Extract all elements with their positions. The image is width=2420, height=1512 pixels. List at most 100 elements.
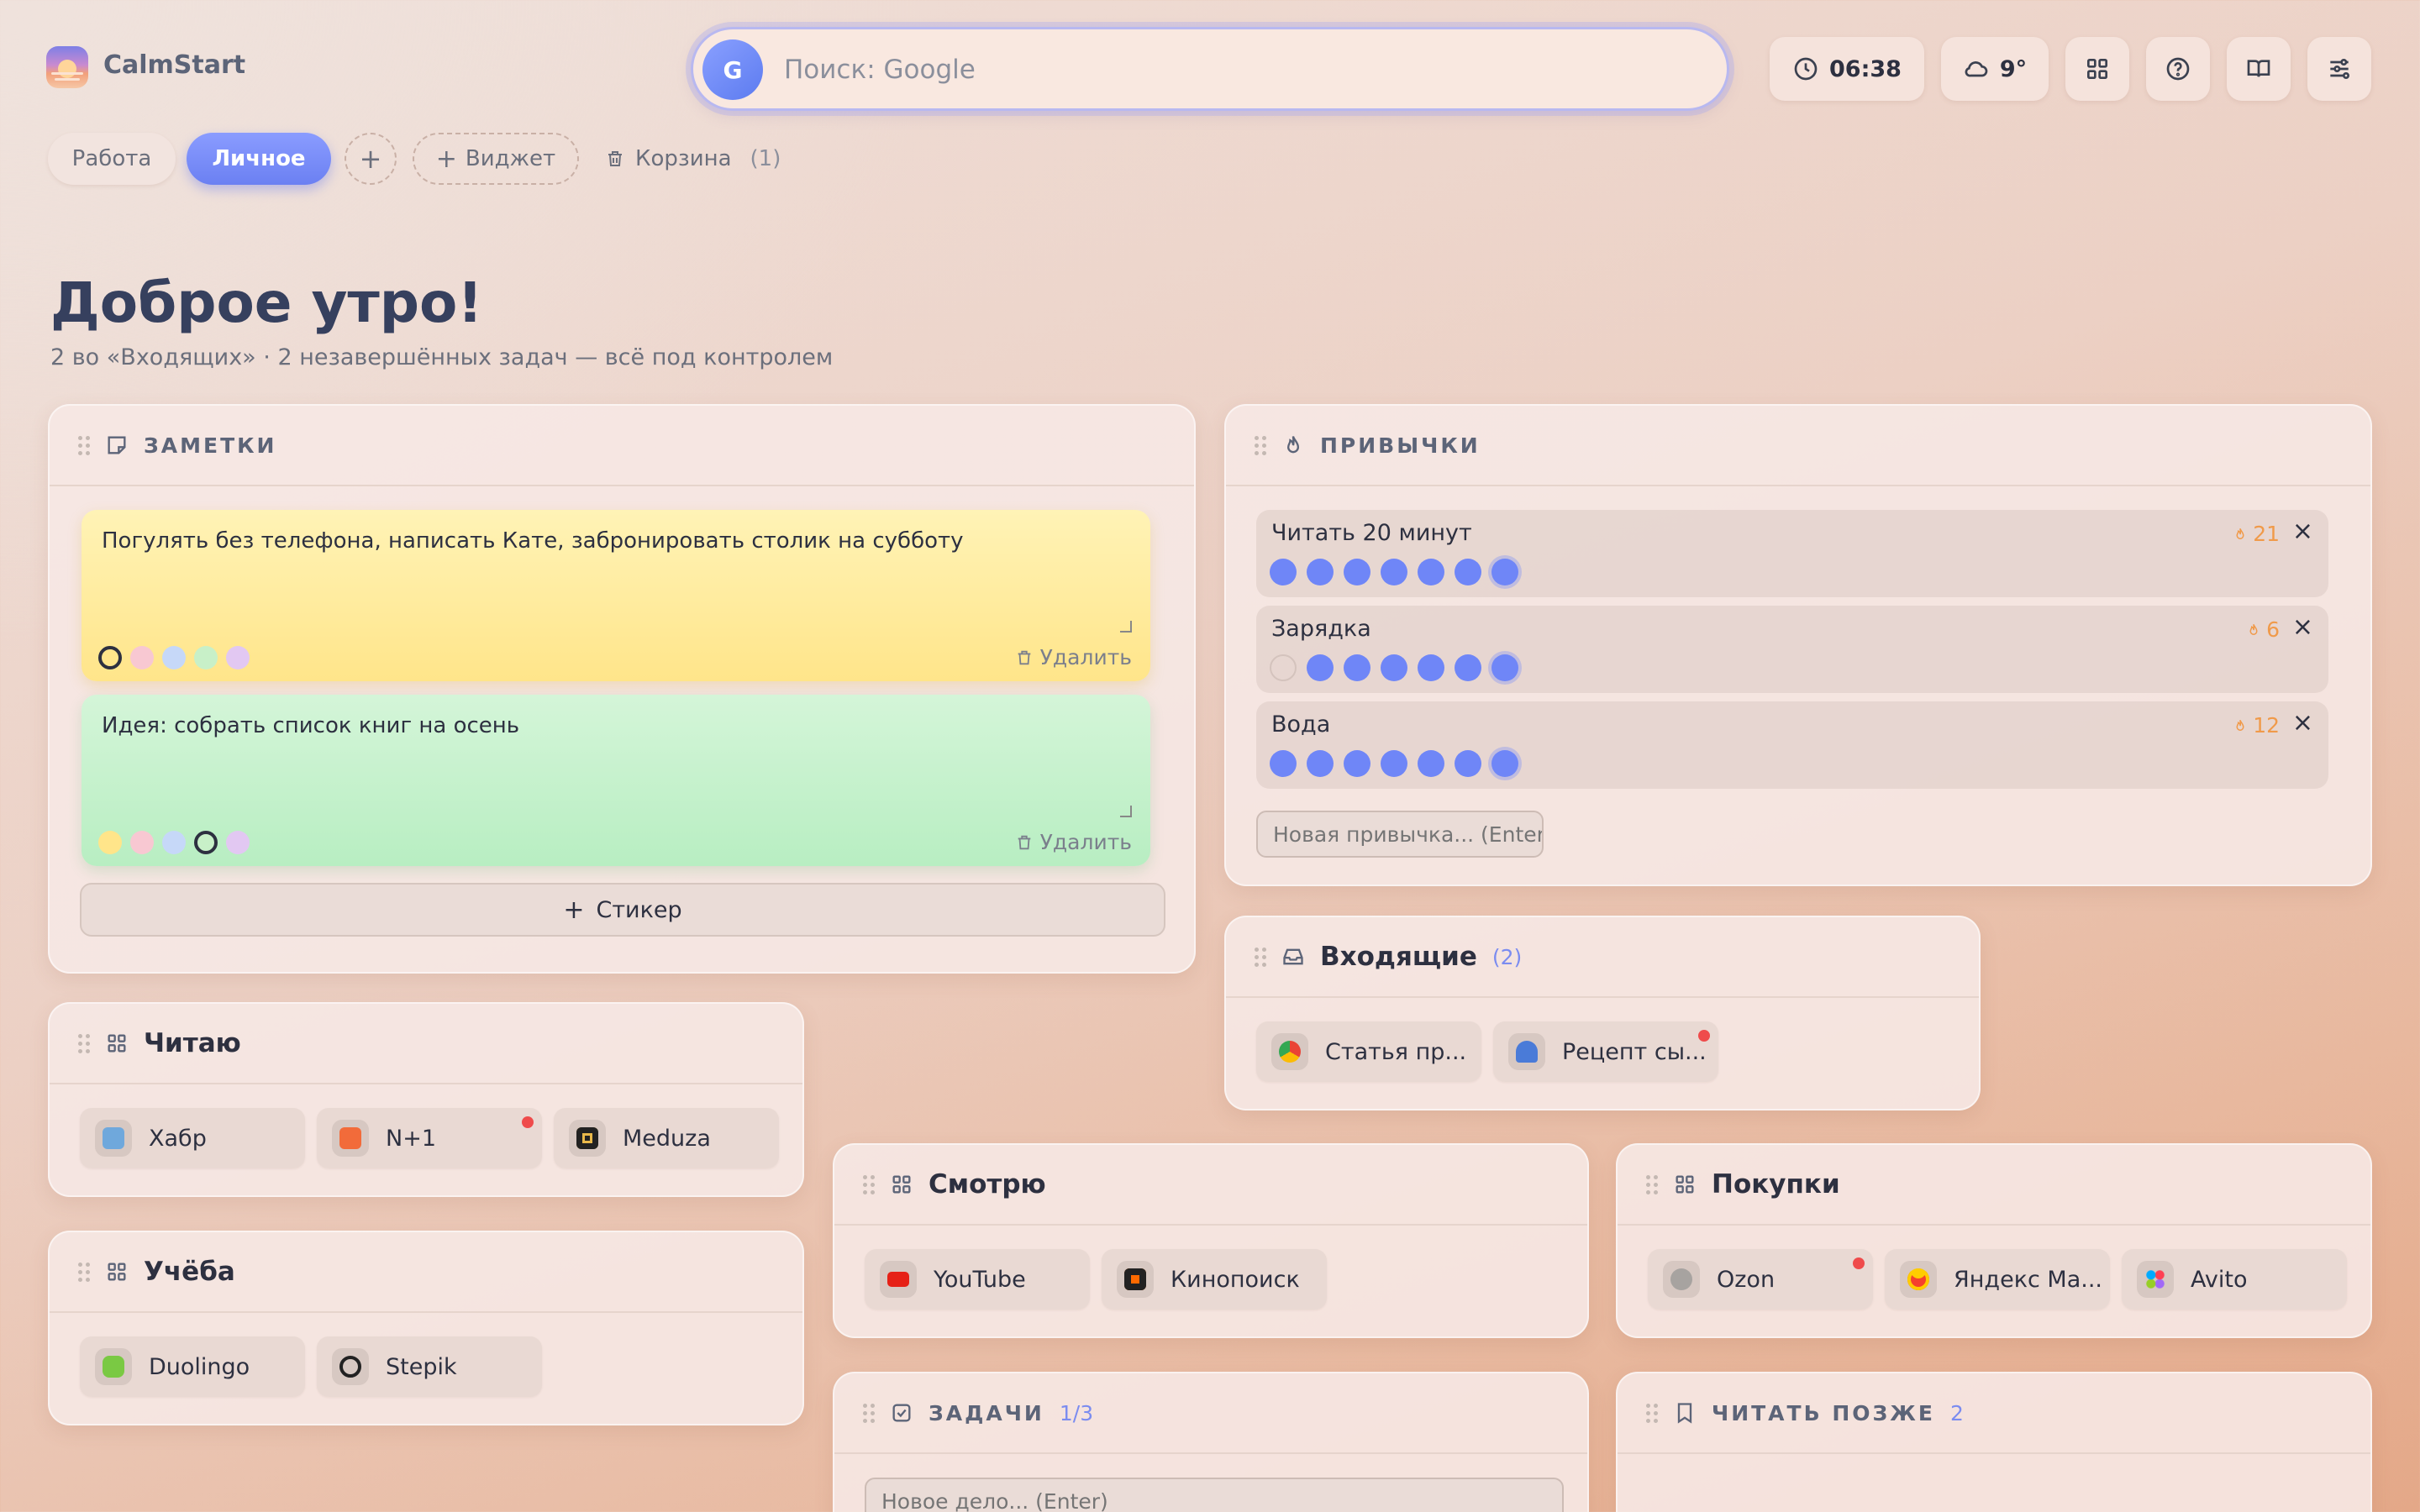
- day-toggle[interactable]: [1270, 559, 1297, 585]
- help-button[interactable]: [2146, 37, 2210, 101]
- search-input[interactable]: [784, 46, 1624, 93]
- inbox-header: Входящие (2): [1226, 917, 1979, 998]
- note-icon: [105, 433, 129, 457]
- shopping-widget: Покупки Ozon Яндекс Ма... Avito: [1616, 1143, 2372, 1338]
- day-toggle[interactable]: [1270, 654, 1297, 681]
- stepik-icon: [332, 1348, 369, 1385]
- notes-header: ЗАМЕТКИ: [50, 406, 1194, 486]
- yandex-market-icon: [1900, 1261, 1937, 1298]
- link-tile[interactable]: Ozon: [1648, 1249, 1873, 1310]
- new-habit-input[interactable]: [1256, 811, 1544, 858]
- grid-icon: [105, 1032, 129, 1055]
- link-tile[interactable]: Хабр: [80, 1108, 305, 1168]
- drag-handle[interactable]: [1646, 1174, 1658, 1194]
- day-toggle[interactable]: [1307, 654, 1334, 681]
- search-engine-badge[interactable]: G: [702, 39, 763, 100]
- swatch-pink[interactable]: [130, 646, 154, 669]
- swatch-pink[interactable]: [130, 831, 154, 854]
- note-delete-button[interactable]: Удалить: [1015, 830, 1132, 854]
- day-toggle[interactable]: [1344, 750, 1370, 777]
- reading-mode-button[interactable]: [2227, 37, 2291, 101]
- swatch-yellow[interactable]: [98, 831, 122, 854]
- add-widget-button[interactable]: + Виджет: [413, 133, 579, 185]
- tab-personal[interactable]: Личное: [187, 133, 331, 185]
- clock-button[interactable]: 06:38: [1770, 37, 1924, 101]
- day-toggle[interactable]: [1418, 559, 1444, 585]
- note-text[interactable]: Погулять без телефона, написать Кате, за…: [102, 528, 1130, 554]
- day-toggle[interactable]: [1418, 750, 1444, 777]
- weather-button[interactable]: 9°: [1941, 37, 2049, 101]
- day-toggle[interactable]: [1270, 750, 1297, 777]
- day-toggle[interactable]: [1307, 750, 1334, 777]
- swatch-green[interactable]: [194, 831, 218, 854]
- watching-title: Смотрю: [929, 1169, 1046, 1200]
- day-toggle[interactable]: [1455, 750, 1481, 777]
- day-toggle[interactable]: [1491, 559, 1518, 585]
- swatch-green[interactable]: [194, 646, 218, 669]
- resize-handle[interactable]: [1120, 621, 1132, 633]
- color-swatches: [98, 646, 250, 669]
- remove-habit-button[interactable]: ×: [2292, 517, 2313, 546]
- note-text[interactable]: Идея: собрать список книг на осень: [102, 713, 1130, 738]
- add-tab-button[interactable]: +: [345, 133, 397, 185]
- day-toggle[interactable]: [1491, 654, 1518, 681]
- drag-handle[interactable]: [1646, 1403, 1658, 1423]
- day-toggle[interactable]: [1307, 559, 1334, 585]
- trash-label: Корзина: [635, 146, 732, 171]
- sticky-note[interactable]: Погулять без телефона, написать Кате, за…: [82, 510, 1150, 681]
- day-toggle[interactable]: [1455, 654, 1481, 681]
- day-toggle[interactable]: [1418, 654, 1444, 681]
- link-tile[interactable]: Рецепт сы...: [1493, 1021, 1718, 1082]
- swatch-yellow[interactable]: [98, 646, 122, 669]
- drag-handle[interactable]: [1255, 947, 1266, 967]
- swatch-blue[interactable]: [162, 831, 186, 854]
- reading-widget: Читаю Хабр N+1 Meduza: [48, 1002, 804, 1197]
- day-toggle[interactable]: [1381, 654, 1407, 681]
- sticky-note[interactable]: Идея: собрать список книг на осень Удали…: [82, 695, 1150, 866]
- day-toggle[interactable]: [1344, 654, 1370, 681]
- settings-button[interactable]: [2307, 37, 2371, 101]
- drag-handle[interactable]: [863, 1174, 875, 1194]
- search-bar[interactable]: G: [691, 27, 1729, 111]
- drag-handle[interactable]: [863, 1403, 875, 1423]
- day-toggle[interactable]: [1491, 750, 1518, 777]
- day-toggle[interactable]: [1381, 559, 1407, 585]
- day-toggle[interactable]: [1344, 559, 1370, 585]
- drag-handle[interactable]: [78, 435, 90, 455]
- day-toggle[interactable]: [1455, 559, 1481, 585]
- day-toggle[interactable]: [1381, 750, 1407, 777]
- book-icon: [2247, 60, 2270, 77]
- link-tile[interactable]: N+1: [317, 1108, 542, 1168]
- drag-handle[interactable]: [78, 1033, 90, 1053]
- remove-habit-button[interactable]: ×: [2292, 612, 2313, 642]
- swatch-blue[interactable]: [162, 646, 186, 669]
- note-delete-button[interactable]: Удалить: [1015, 645, 1132, 669]
- add-sticker-button[interactable]: + Стикер: [80, 883, 1165, 937]
- link-tile[interactable]: Яндекс Ма...: [1885, 1249, 2110, 1310]
- swatch-purple[interactable]: [226, 646, 250, 669]
- tasks-title: ЗАДАЧИ: [929, 1400, 1044, 1425]
- tasks-header: ЗАДАЧИ 1/3: [834, 1373, 1587, 1454]
- greeting-title: Доброе утро!: [50, 270, 483, 335]
- link-tile[interactable]: Статья пр...: [1256, 1021, 1481, 1082]
- drag-handle[interactable]: [1255, 435, 1266, 455]
- link-tile[interactable]: Duolingo: [80, 1336, 305, 1397]
- link-tile[interactable]: Meduza: [554, 1108, 779, 1168]
- link-tile[interactable]: YouTube: [865, 1249, 1090, 1310]
- swatch-purple[interactable]: [226, 831, 250, 854]
- link-tile[interactable]: Stepik: [317, 1336, 542, 1397]
- remove-habit-button[interactable]: ×: [2292, 708, 2313, 738]
- tab-work[interactable]: Работа: [48, 133, 176, 185]
- plus-icon: +: [563, 895, 585, 925]
- resize-handle[interactable]: [1120, 806, 1132, 817]
- link-tile[interactable]: Кинопоиск: [1102, 1249, 1327, 1310]
- habit-row: Вода 12 ×: [1256, 701, 2328, 789]
- trash-count: (1): [750, 146, 781, 171]
- grid-icon: [890, 1173, 913, 1196]
- link-tile[interactable]: Avito: [2122, 1249, 2347, 1310]
- habits-header: ПРИВЫЧКИ: [1226, 406, 2370, 486]
- apps-button[interactable]: [2065, 37, 2129, 101]
- drag-handle[interactable]: [78, 1262, 90, 1282]
- new-task-input[interactable]: [865, 1478, 1564, 1512]
- trash-button[interactable]: Корзина (1): [605, 133, 781, 185]
